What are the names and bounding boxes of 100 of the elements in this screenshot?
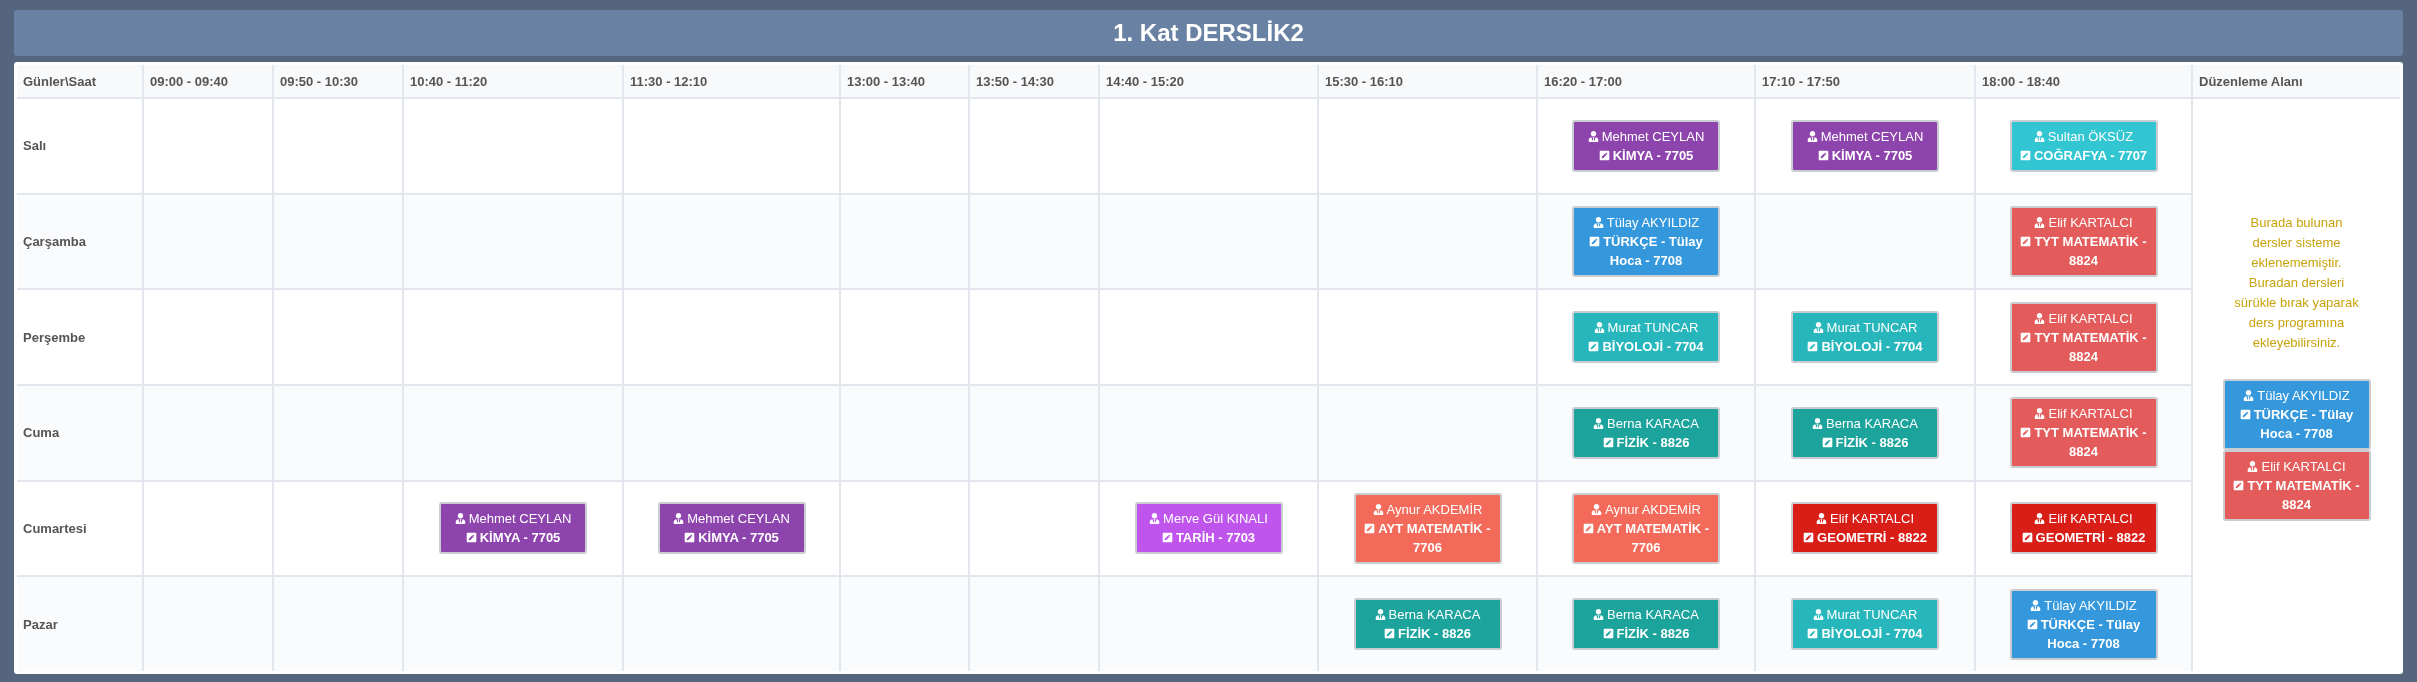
course-name: TYT MATEMATİK - 8824 [2247, 478, 2360, 512]
lesson-card[interactable]: Elif KARTALCI TYT MATEMATİK - 8824 [2009, 397, 2158, 469]
lesson-card[interactable]: Tülay AKYILDIZ TÜRKÇE - Tülay Hoca - 7708 [2009, 588, 2158, 660]
course-name: FİZİK - 8826 [1616, 434, 1690, 450]
column-header: 09:00 - 09:40 [144, 65, 272, 97]
person-icon [1593, 322, 1605, 334]
column-header: 16:20 - 17:00 [1538, 65, 1754, 97]
lesson-card[interactable]: Tülay AKYILDIZ TÜRKÇE - Tülay Hoca - 7708 [1572, 206, 1720, 277]
lesson-card[interactable]: Elif KARTALCI TYT MATEMATİK - 8824 [2222, 450, 2371, 521]
course-name: BİYOLOJİ - 7704 [1821, 626, 1923, 642]
day-cell: Çarşamba [17, 194, 142, 289]
person-icon [454, 513, 466, 525]
teacher-name: Murat TUNCAR [1826, 320, 1918, 336]
course-name: GEOMETRİ - 8822 [2035, 530, 2146, 546]
teacher-name: Sultan ÖKSÜZ [2047, 128, 2134, 144]
lesson-card[interactable]: Berna KARACA FİZİK - 8826 [1572, 598, 1720, 651]
column-header: 13:50 - 14:30 [970, 65, 1098, 97]
teacher-name: Merve Gül KINALI [1163, 511, 1268, 527]
teacher-name: Tülay AKYILDIZ [1606, 215, 1700, 230]
person-icon [1812, 609, 1824, 621]
column-header: Günler\Saat [17, 65, 142, 97]
column-header: 13:00 - 13:40 [841, 65, 968, 97]
column-header: 09:50 - 10:30 [274, 65, 402, 97]
day-cell: Perşembe [17, 290, 142, 384]
course-name: KİMYA - 7705 [1831, 147, 1913, 163]
teacher-name: Berna KARACA [1388, 607, 1481, 623]
column-header: 14:40 - 15:20 [1100, 65, 1317, 97]
column-header: Düzenleme Alanı [2193, 65, 2400, 97]
person-icon [1149, 513, 1161, 525]
lesson-card[interactable]: Sultan ÖKSÜZ COĞRAFYA - 7707 [2009, 119, 2158, 172]
person-icon [673, 513, 685, 525]
course-name: TÜRKÇE - Tülay Hoca - 7708 [1603, 234, 1703, 268]
teacher-name: Aynur AKDEMİR [1605, 502, 1701, 517]
lesson-card[interactable]: Berna KARACA FİZİK - 8826 [1353, 598, 1502, 651]
person-icon [2034, 408, 2046, 420]
person-icon [1372, 504, 1384, 515]
lesson-card[interactable]: Elif KARTALCI GEOMETRİ - 8822 [1791, 502, 1939, 555]
teacher-name: Berna KARACA [1607, 607, 1699, 623]
page-title: 1. Kat DERSLİK2 [1113, 19, 1304, 47]
lesson-card[interactable]: Murat TUNCAR BİYOLOJİ - 7704 [1572, 311, 1720, 364]
person-icon [2033, 130, 2045, 142]
lesson-card[interactable]: Murat TUNCAR BİYOLOJİ - 7704 [1791, 598, 1939, 651]
person-icon [1593, 609, 1605, 621]
lesson-card[interactable]: Mehmet CEYLAN KİMYA - 7705 [439, 502, 587, 555]
person-icon [1592, 217, 1604, 228]
lesson-card[interactable]: Mehmet CEYLAN KİMYA - 7705 [1572, 119, 1720, 172]
person-icon [2247, 461, 2259, 472]
teacher-name: Tülay AKYILDIZ [2044, 597, 2137, 613]
teacher-name: Elif KARTALCI [2048, 310, 2133, 326]
lesson-card[interactable]: Mehmet CEYLAN KİMYA - 7705 [657, 502, 806, 555]
person-icon [1815, 513, 1827, 525]
person-icon [1806, 130, 1818, 142]
course-name: AYT MATEMATİK - 7706 [1596, 521, 1710, 555]
lesson-card[interactable]: Berna KARACA FİZİK - 8826 [1791, 406, 1939, 459]
teacher-name: Berna KARACA [1826, 415, 1918, 431]
course-name: TYT MATEMATİK - 8824 [2034, 425, 2147, 460]
course-name: GEOMETRİ - 8822 [1817, 530, 1927, 546]
teacher-name: Murat TUNCAR [1826, 607, 1918, 623]
person-icon [2034, 217, 2046, 228]
lesson-card[interactable]: Berna KARACA FİZİK - 8826 [1572, 406, 1720, 459]
person-icon [2243, 390, 2255, 401]
lesson-card[interactable]: Merve Gül KINALI TARİH - 7703 [1134, 502, 1283, 555]
column-header: 18:00 - 18:40 [1976, 65, 2191, 97]
course-name: AYT MATEMATİK - 7706 [1378, 521, 1491, 555]
day-cell: Cumartesi [17, 481, 142, 576]
course-name: KİMYA - 7705 [698, 530, 779, 546]
lesson-card[interactable]: Elif KARTALCI TYT MATEMATİK - 8824 [2009, 301, 2158, 373]
course-name: FİZİK - 8826 [1398, 626, 1471, 642]
course-name: TARİH - 7703 [1175, 530, 1256, 546]
column-header: 10:40 - 11:20 [404, 65, 622, 97]
teacher-name: Murat TUNCAR [1607, 320, 1699, 336]
person-icon [1587, 130, 1599, 142]
lesson-card[interactable]: Murat TUNCAR BİYOLOJİ - 7704 [1791, 311, 1939, 364]
lesson-card[interactable]: Aynur AKDEMİR AYT MATEMATİK - 7706 [1572, 493, 1720, 564]
course-name: KİMYA - 7705 [1612, 147, 1694, 163]
teacher-name: Mehmet CEYLAN [1820, 128, 1924, 144]
course-name: COĞRAFYA - 7707 [2033, 147, 2148, 163]
person-icon [1812, 417, 1824, 429]
day-cell: Salı [17, 99, 142, 193]
person-icon [1374, 609, 1386, 621]
course-name: BİYOLOJİ - 7704 [1821, 339, 1923, 355]
column-header: 11:30 - 12:10 [624, 65, 839, 97]
teacher-name: Mehmet CEYLAN [1601, 128, 1705, 144]
person-icon [2030, 599, 2042, 611]
teacher-name: Aynur AKDEMİR [1386, 502, 1483, 517]
edit-area-note: Burada bulunan dersler sisteme eklenememiştir. Buradan dersleri sürükle bırak yaparak ders programına ekleyebilirsiniz. [2233, 214, 2360, 352]
lesson-card[interactable]: Elif KARTALCI GEOMETRİ - 8822 [2009, 502, 2158, 555]
lesson-card[interactable]: Aynur AKDEMİR AYT MATEMATİK - 7706 [1353, 493, 1502, 564]
teacher-name: Elif KARTALCI [2261, 459, 2346, 474]
lesson-card[interactable]: Mehmet CEYLAN KİMYA - 7705 [1791, 119, 1939, 172]
course-name: TYT MATEMATİK - 8824 [2034, 329, 2147, 364]
course-name: FİZİK - 8826 [1835, 434, 1909, 450]
teacher-name: Elif KARTALCI [2048, 215, 2133, 230]
lesson-card[interactable]: Tülay AKYILDIZ TÜRKÇE - Tülay Hoca - 7708 [2222, 379, 2371, 450]
person-icon [2034, 312, 2046, 324]
course-name: TÜRKÇE - Tülay Hoca - 7708 [2040, 616, 2141, 651]
lesson-card[interactable]: Elif KARTALCI TYT MATEMATİK - 8824 [2009, 206, 2158, 277]
course-name: TÜRKÇE - Tülay Hoca - 7708 [2253, 407, 2354, 441]
person-icon [2034, 513, 2046, 525]
person-icon [1591, 504, 1603, 515]
